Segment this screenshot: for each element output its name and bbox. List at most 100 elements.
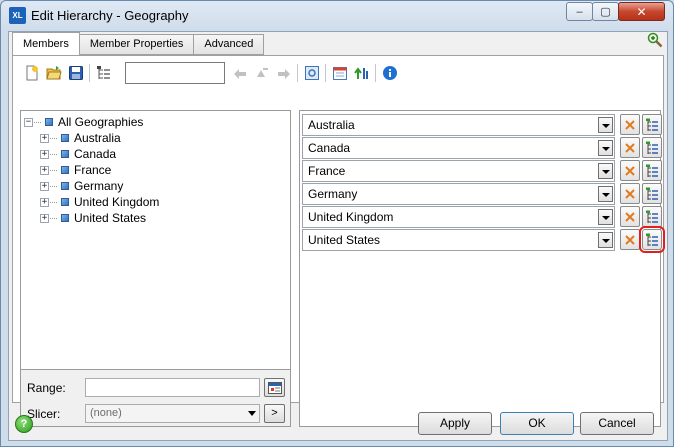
member-row: Australia [302,114,662,136]
expand-icon[interactable]: + [40,133,49,143]
chevron-down-icon[interactable] [598,163,613,179]
delete-icon [625,119,635,130]
tree-node-label: France [74,163,112,177]
close-button[interactable]: ✕ [618,2,665,21]
selected-members-pane: Australia Canada France Germany United K… [299,110,665,427]
help-button[interactable]: ? [15,415,33,433]
cancel-button[interactable]: Cancel [580,412,654,435]
ok-button[interactable]: OK [500,412,574,435]
move-left-icon[interactable] [231,64,249,82]
member-select-value: France [308,164,346,178]
tree-node-germany[interactable]: + Germany [40,178,123,194]
tree-node-label: Germany [74,179,124,193]
delete-member-button[interactable] [620,114,640,135]
member-picker-button[interactable] [642,160,662,181]
tab-member-properties[interactable]: Member Properties [79,34,195,55]
delete-icon [625,211,635,222]
minimize-button[interactable]: – [566,2,593,21]
toolbar-separator [89,64,90,82]
tree-picker-icon [646,141,658,154]
apply-button[interactable]: Apply [418,412,492,435]
expand-icon[interactable]: + [40,149,49,159]
range-slicer-group: Range: Slicer: (none) > [20,369,291,427]
tree-node-label: All Geographies [58,115,144,129]
tree-node-united-kingdom[interactable]: + United Kingdom [40,194,159,210]
tree-node-canada[interactable]: + Canada [40,146,116,162]
member-search-input[interactable] [125,62,225,84]
hierarchy-tree[interactable]: − All Geographies + Australia + Canada +… [20,110,291,369]
delete-member-button[interactable] [620,206,640,227]
member-select[interactable]: Australia [302,114,615,136]
delete-icon [625,188,635,199]
member-select[interactable]: Germany [302,183,615,205]
preview-icon[interactable] [303,64,321,82]
open-icon[interactable] [45,64,63,82]
expand-icon[interactable]: + [40,165,49,175]
tree-node-root[interactable]: − All Geographies [24,114,143,130]
zoom-in-icon[interactable] [647,32,663,48]
expand-icon[interactable]: + [40,197,49,207]
tree-view-icon[interactable] [95,64,113,82]
member-row: Germany [302,183,662,205]
toolbar-separator [375,64,376,82]
range-input[interactable] [85,378,260,397]
member-select[interactable]: France [302,160,615,182]
maximize-button[interactable]: ▢ [592,2,619,21]
save-icon[interactable] [67,64,85,82]
tab-members[interactable]: Members [12,32,80,56]
delete-member-button[interactable] [620,137,640,158]
move-up-icon[interactable] [253,64,271,82]
member-select-value: Canada [308,141,351,155]
chevron-down-icon[interactable] [598,186,613,202]
new-icon[interactable] [23,64,41,82]
edit-hierarchy-dialog: XL Edit Hierarchy - Geography – ▢ ✕ Memb… [0,0,674,447]
tree-node-australia[interactable]: + Australia [40,130,121,146]
tree-node-label: Australia [74,131,121,145]
expand-icon[interactable]: + [40,213,49,223]
member-select[interactable]: United Kingdom [302,206,615,228]
member-picker-button[interactable] [642,206,662,227]
tree-picker-icon [646,187,658,200]
delete-member-button[interactable] [620,160,640,181]
tab-strip: Members Member Properties Advanced [12,32,265,56]
slicer-go-button[interactable]: > [264,404,285,423]
tab-advanced[interactable]: Advanced [194,34,265,55]
tree-node-france[interactable]: + France [40,162,111,178]
chevron-down-icon[interactable] [598,232,613,248]
delete-icon [625,142,635,153]
delete-member-button[interactable] [620,229,640,250]
member-picker-button[interactable] [639,226,665,253]
chevron-down-icon[interactable] [598,140,613,156]
move-right-icon[interactable] [275,64,293,82]
collapse-icon[interactable]: − [24,117,33,127]
member-icon [61,166,69,174]
delete-member-button[interactable] [620,183,640,204]
range-grid-icon [267,381,282,394]
chevron-down-icon[interactable] [598,117,613,133]
member-select-value: Germany [308,187,358,201]
member-icon [61,198,69,206]
delete-icon [625,165,635,176]
tree-picker-icon [646,164,658,177]
slicer-select[interactable]: (none) [85,404,260,423]
toolbar-separator [297,64,298,82]
tree-picker-icon [646,210,658,223]
tree-node-label: United States [74,211,147,225]
tree-picker-icon [646,118,658,131]
expand-icon[interactable]: + [40,181,49,191]
member-select[interactable]: United States [302,229,615,251]
chevron-down-icon[interactable] [598,209,613,225]
tree-node-united-states[interactable]: + United States [40,210,146,226]
info-icon[interactable] [381,64,399,82]
tree-node-label: Canada [74,147,117,161]
member-row: Canada [302,137,662,159]
sort-icon[interactable] [353,64,371,82]
member-picker-button[interactable] [642,137,662,158]
range-select-button[interactable] [264,378,285,397]
calendar-icon[interactable] [331,64,349,82]
title-bar[interactable]: XL Edit Hierarchy - Geography – ▢ ✕ [1,1,673,31]
member-picker-button[interactable] [642,114,662,135]
member-picker-button[interactable] [642,183,662,204]
member-select[interactable]: Canada [302,137,615,159]
range-label: Range: [27,381,66,395]
